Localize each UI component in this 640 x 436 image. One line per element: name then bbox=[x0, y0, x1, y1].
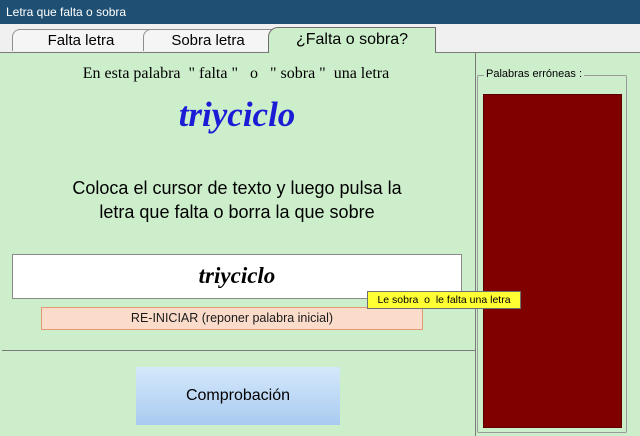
horizontal-divider bbox=[2, 350, 475, 351]
vertical-divider bbox=[475, 53, 476, 436]
main-panel: En esta palabra " falta " o " sobra " un… bbox=[0, 52, 640, 436]
wrong-words-list[interactable] bbox=[483, 94, 622, 428]
wrong-words-group: Palabras erróneas : bbox=[477, 68, 627, 433]
tab-label: Sobra letra bbox=[171, 32, 245, 49]
tab-label: Falta letra bbox=[47, 32, 115, 49]
tab-strip: Falta letra Sobra letra ¿Falta o sobra? bbox=[0, 24, 640, 53]
wrong-words-label: Palabras erróneas : bbox=[484, 68, 584, 80]
tab-sobra-letra[interactable]: Sobra letra bbox=[143, 29, 273, 51]
tab-label: ¿Falta o sobra? bbox=[295, 31, 409, 48]
window-title: Letra que falta o sobra bbox=[6, 5, 127, 19]
window-titlebar: Letra que falta o sobra bbox=[0, 0, 640, 24]
tab-falta-letra[interactable]: Falta letra bbox=[12, 29, 150, 51]
tab-falta-o-sobra[interactable]: ¿Falta o sobra? bbox=[268, 27, 436, 53]
hint-tooltip: Le sobra o le falta una letra bbox=[367, 291, 521, 309]
reset-button[interactable]: RE-INICIAR (reponer palabra inicial) bbox=[41, 307, 423, 330]
target-word: triyciclo bbox=[178, 95, 296, 134]
check-button[interactable]: Comprobación bbox=[136, 367, 340, 425]
instruction-body: Coloca el cursor de texto y luego pulsa … bbox=[72, 178, 402, 222]
instruction-top: En esta palabra " falta " o " sobra " un… bbox=[82, 65, 390, 82]
